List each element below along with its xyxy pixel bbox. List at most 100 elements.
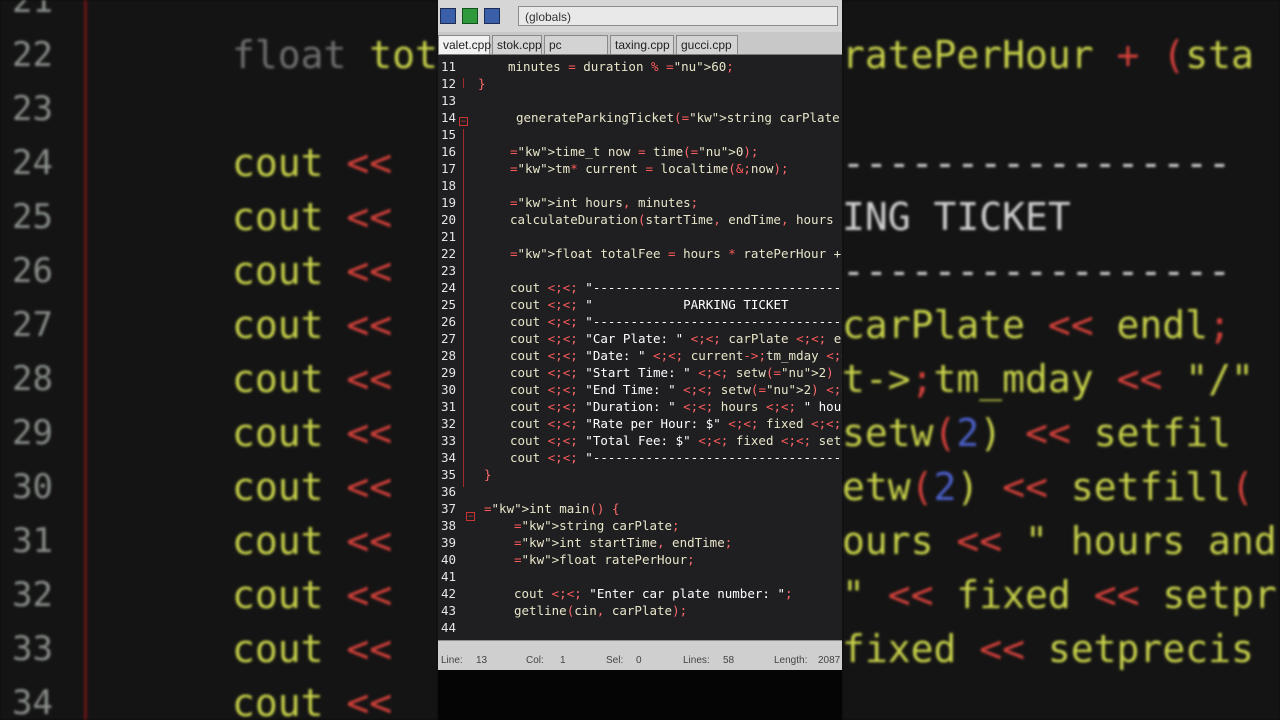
code-line[interactable]: 33 cout <;<; "Total Fee: $" <;<; fixed <;…: [438, 432, 842, 449]
background-code: cout <<: [232, 411, 393, 455]
background-row: [842, 82, 1280, 136]
fold-toggle-icon[interactable]: −: [459, 117, 468, 127]
background-row: 25 cout <<: [0, 190, 438, 244]
code-line[interactable]: 14 generateParkingTicket(="kw">string car…: [438, 109, 842, 126]
code-line[interactable]: 12}: [438, 75, 842, 92]
tab-valet[interactable]: valet.cpp: [438, 35, 491, 54]
background-row: 29 cout <<: [0, 406, 438, 460]
tab-gucci[interactable]: gucci.cpp: [676, 35, 738, 54]
background-code: -----------------: [842, 141, 1231, 185]
code-line[interactable]: 11 minutes = duration % ="nu">60;: [438, 58, 842, 75]
code-line[interactable]: 40 ="kw">float ratePerHour;: [438, 551, 842, 568]
status-line-label: Line:: [441, 655, 463, 666]
code-line[interactable]: 25 cout <;<; " PARKING TICKET: [438, 296, 842, 313]
status-col-label: Col:: [526, 655, 544, 666]
background-line-number: 25: [12, 197, 53, 237]
status-bar: Line: 13 Col: 1 Sel: 0 Lines: 58 Length:…: [438, 640, 842, 671]
code-line[interactable]: 30 cout <;<; "End Time: " <;<; setw(="nu"…: [438, 381, 842, 398]
background-row: 33 cout <<: [0, 622, 438, 676]
background-row: 21: [0, 0, 438, 28]
background-row: 27 cout <<: [0, 298, 438, 352]
code-area[interactable]: 11 minutes = duration % ="nu">60; 12} 13 14 g…: [438, 55, 842, 640]
background-row: 34 cout <<: [0, 676, 438, 720]
background-line-number: 26: [12, 251, 53, 291]
code-line[interactable]: 24 cout <;<; "---------------------------…: [438, 279, 842, 296]
background-line-number: 33: [12, 629, 53, 669]
line-number: 30: [440, 382, 456, 397]
status-line-value: 13: [476, 655, 488, 666]
line-number: 26: [440, 314, 456, 329]
background-line-number: 29: [12, 413, 53, 453]
code-line[interactable]: 27 cout <;<; "Car Plate: " <;<; carPlate …: [438, 330, 842, 347]
line-number: 35: [440, 467, 456, 482]
background-code: cout <<: [232, 573, 393, 617]
fold-toggle-icon[interactable]: −: [466, 512, 475, 522]
scope-dropdown[interactable]: (globals): [518, 6, 838, 26]
add-icon[interactable]: [462, 8, 478, 24]
tab-pc-lab[interactable]: pc lab.cpp: [544, 35, 608, 71]
code-text: cout <;<; "-----------------------------…: [510, 450, 842, 465]
code-line[interactable]: 32 cout <;<; "Rate per Hour: $" <;<; fixe…: [438, 415, 842, 432]
background-row: [842, 676, 1280, 720]
code-line[interactable]: 23: [438, 262, 842, 279]
code-line[interactable]: 21: [438, 228, 842, 245]
status-length-value: 2087: [818, 655, 841, 666]
code-line[interactable]: 29 cout <;<; "Start Time: " <;<; setw(="n…: [438, 364, 842, 381]
line-number: 29: [440, 365, 456, 380]
line-number: 41: [440, 569, 456, 584]
background-code: carPlate << endl;: [842, 303, 1231, 347]
code-text: }: [478, 76, 486, 91]
background-row: -----------------: [842, 244, 1280, 298]
code-line[interactable]: 35}: [438, 466, 842, 483]
code-line[interactable]: 36: [438, 483, 842, 500]
code-line[interactable]: 17 ="kw">tm* current = localtime(&;now);: [438, 160, 842, 177]
tab-stok[interactable]: stok.cpp: [492, 35, 542, 54]
background-line-number: 27: [12, 305, 53, 345]
line-number: 19: [440, 195, 456, 210]
bookmark-icon[interactable]: [484, 8, 500, 24]
code-line[interactable]: 34 cout <;<; "---------------------------…: [438, 449, 842, 466]
line-number: 44: [440, 620, 456, 635]
code-line[interactable]: 42 cout <;<; "Enter car plate number: ";: [438, 585, 842, 602]
code-line[interactable]: 13: [438, 92, 842, 109]
code-line[interactable]: 18: [438, 177, 842, 194]
code-text: cout <;<; "-----------------------------…: [510, 280, 842, 295]
background-row: 32 cout <<: [0, 568, 438, 622]
background-line-number: 32: [12, 575, 53, 615]
code-line[interactable]: 44: [438, 619, 842, 636]
code-line[interactable]: 19 ="kw">int hours, minutes;: [438, 194, 842, 211]
background-code: cout <<: [232, 141, 393, 185]
background-row: etw(2) << setfill(: [842, 460, 1280, 514]
code-line[interactable]: 15: [438, 126, 842, 143]
code-line[interactable]: 22 ="kw">float totalFee = hours * ratePer…: [438, 245, 842, 262]
status-length-label: Length:: [774, 655, 808, 666]
line-number: 21: [440, 229, 456, 244]
background-row: 22 float tot: [0, 28, 438, 82]
background-line-number: 30: [12, 467, 53, 507]
code-text: ="kw">int hours, minutes;: [510, 195, 699, 210]
line-number: 17: [440, 161, 456, 176]
background-code: fixed << setprecis: [842, 627, 1254, 671]
background-code: setw(2) << setfil: [842, 411, 1231, 455]
code-line[interactable]: 43 getline(cin, carPlate);: [438, 602, 842, 619]
class-browser-icon[interactable]: [440, 8, 456, 24]
code-text: }: [484, 467, 492, 482]
line-number: 13: [440, 93, 456, 108]
line-number: 15: [440, 127, 456, 142]
code-line[interactable]: 39 ="kw">int startTime, endTime;: [438, 534, 842, 551]
tab-taxing[interactable]: taxing.cpp: [610, 35, 674, 54]
code-line[interactable]: 37 ="kw">int main() {: [438, 500, 842, 517]
background-code: ING TICKET: [842, 195, 1071, 239]
code-line[interactable]: 41: [438, 568, 842, 585]
code-line[interactable]: 31 cout <;<; "Duration: " <;<; hours <;<;…: [438, 398, 842, 415]
line-number: 20: [440, 212, 456, 227]
line-number: 18: [440, 178, 456, 193]
code-line[interactable]: 38 ="kw">string carPlate;: [438, 517, 842, 534]
background-code: cout <<: [232, 465, 393, 509]
background-row: 28 cout <<: [0, 352, 438, 406]
code-line[interactable]: 20 calculateDuration(startTime, endTime, …: [438, 211, 842, 228]
file-tabs: valet.cpp stok.cpp pc lab.cpp taxing.cpp…: [438, 32, 842, 71]
code-line[interactable]: 28 cout <;<; "Date: " <;<; current->;tm_m…: [438, 347, 842, 364]
code-line[interactable]: 16 ="kw">time_t now = time(="nu">0);: [438, 143, 842, 160]
code-line[interactable]: 26 cout <;<; "---------------------------…: [438, 313, 842, 330]
